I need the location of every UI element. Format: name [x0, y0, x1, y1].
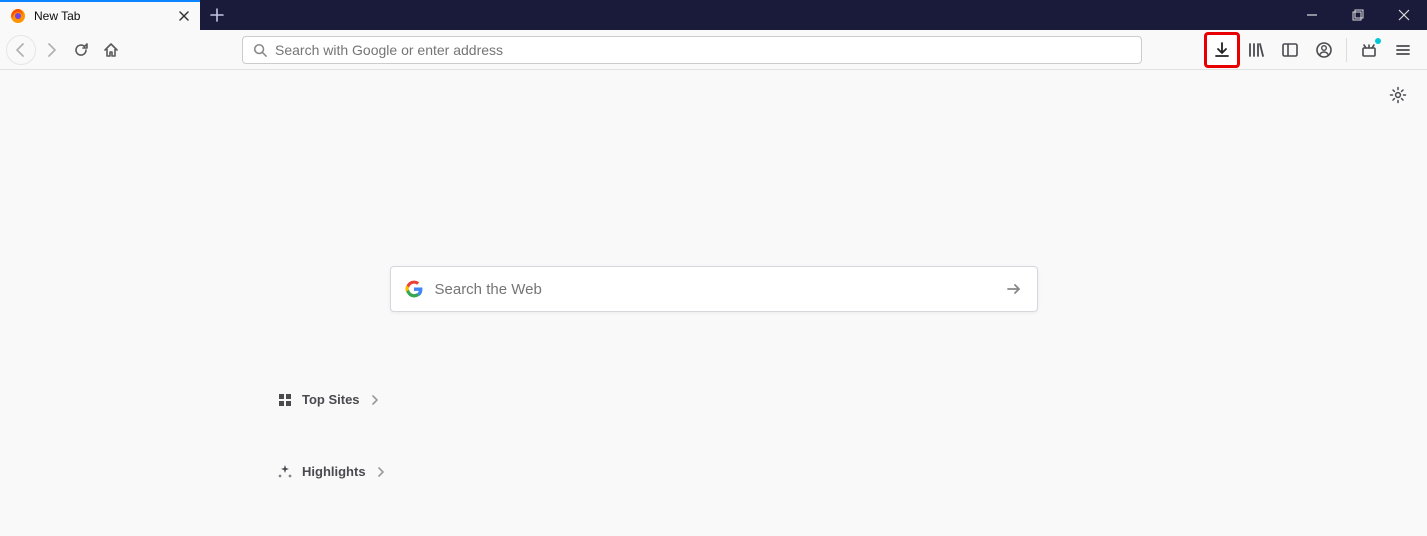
window-controls [1289, 0, 1427, 30]
new-tab-button[interactable] [200, 0, 234, 30]
search-submit-icon[interactable] [1005, 280, 1023, 298]
tab-title: New Tab [34, 9, 170, 23]
highlights-section[interactable]: Highlights [278, 464, 386, 479]
forward-button[interactable] [36, 35, 66, 65]
downloads-button[interactable] [1206, 34, 1238, 66]
top-sites-label: Top Sites [302, 392, 360, 407]
notification-dot-icon [1375, 38, 1381, 44]
titlebar-spacer [234, 0, 1289, 30]
browser-tab[interactable]: New Tab [0, 0, 200, 30]
chevron-right-icon [376, 467, 386, 477]
home-button[interactable] [96, 35, 126, 65]
toolbar [0, 30, 1427, 70]
library-button[interactable] [1240, 34, 1272, 66]
grid-icon [278, 393, 292, 407]
account-button[interactable] [1308, 34, 1340, 66]
google-icon [405, 280, 423, 298]
newtab-content: Top Sites Highlights [0, 70, 1427, 536]
close-window-button[interactable] [1381, 0, 1427, 30]
url-bar[interactable] [242, 36, 1142, 64]
close-tab-icon[interactable] [178, 10, 190, 22]
web-search-box[interactable] [390, 266, 1038, 312]
sidebar-button[interactable] [1274, 34, 1306, 66]
search-icon [253, 43, 267, 57]
maximize-button[interactable] [1335, 0, 1381, 30]
toolbar-right [1206, 34, 1421, 66]
highlights-label: Highlights [302, 464, 366, 479]
back-button[interactable] [6, 35, 36, 65]
toolbar-separator [1346, 38, 1347, 62]
customize-gear-button[interactable] [1389, 86, 1407, 104]
firefox-icon [10, 8, 26, 24]
sparkle-icon [278, 465, 292, 479]
app-menu-button[interactable] [1387, 34, 1419, 66]
whats-new-button[interactable] [1353, 34, 1385, 66]
chevron-right-icon [370, 395, 380, 405]
reload-button[interactable] [66, 35, 96, 65]
web-search-input[interactable] [435, 281, 993, 298]
url-input[interactable] [275, 42, 1131, 58]
top-sites-section[interactable]: Top Sites [278, 392, 380, 407]
minimize-button[interactable] [1289, 0, 1335, 30]
titlebar: New Tab [0, 0, 1427, 30]
